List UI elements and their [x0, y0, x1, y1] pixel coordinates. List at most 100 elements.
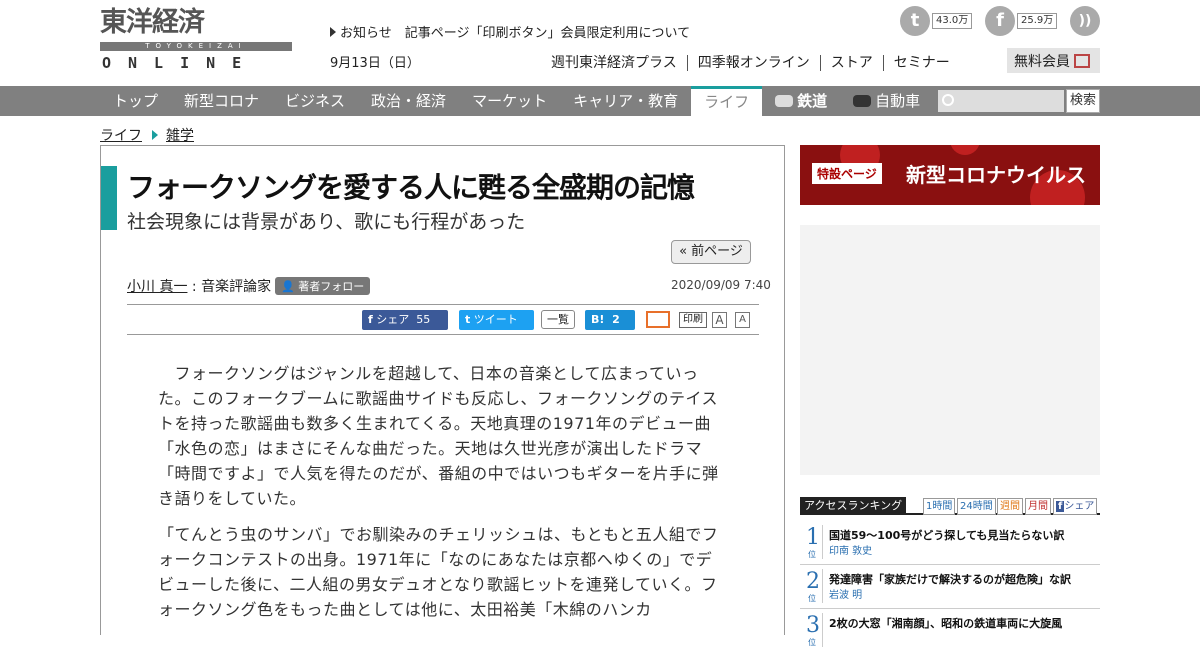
tweet-button[interactable]: t ツイート	[459, 310, 534, 330]
nav-railway-label: 鉄道	[797, 92, 828, 110]
hatena-label: B!	[591, 313, 605, 326]
special-page-tag: 特設ページ	[812, 163, 882, 184]
article-container: フォークソングを愛する人に甦る全盛期の記憶 社会現象には背景があり、歌にも行程が…	[100, 145, 785, 635]
divider	[822, 525, 823, 559]
nav-item-corona[interactable]: 新型コロナ	[171, 86, 272, 116]
facebook-share-label: シェア	[376, 313, 410, 326]
ad-slot	[800, 225, 1100, 475]
author-role: 音楽評論家	[201, 279, 272, 295]
logo-sub-text: ONLINE	[102, 54, 259, 72]
title-accent-bar	[101, 166, 117, 230]
subnav-item-shikiho[interactable]: 四季報オンライン	[686, 55, 820, 71]
tweet-label: ツイート	[473, 313, 518, 326]
ranking-title: 2枚の大窓「湘南顔」、昭和の鉄道車両に大旋風	[829, 617, 1063, 630]
corona-banner-text: 新型コロナウイルス	[906, 163, 1086, 187]
member-label: 無料会員	[1014, 54, 1070, 70]
article-paragraph: 「てんとう虫のサンバ」でお馴染みのチェリッシュは、もともと五人組でフォークコンテ…	[158, 525, 719, 619]
subnav-item-weekly[interactable]: 週刊東洋経済プラス	[551, 55, 687, 71]
car-icon	[853, 95, 872, 107]
breadcrumb-trivia[interactable]: 雑学	[166, 128, 194, 144]
rank-value: 3	[806, 613, 820, 638]
nav-item-politics[interactable]: 政治・経済	[358, 86, 459, 116]
nav-item-railway[interactable]: 鉄道	[762, 86, 840, 116]
notice-link[interactable]: お知らせ 記事ページ「印刷ボタン」会員限定利用について	[330, 22, 690, 41]
virus-decoration	[950, 145, 980, 155]
ranking-tab-1h[interactable]: 1時間	[923, 498, 956, 515]
facebook-icon[interactable]: f	[985, 6, 1015, 36]
facebook-count: 25.9万	[1017, 13, 1058, 29]
ranking-title: アクセスランキング	[800, 497, 907, 515]
free-member-button[interactable]: 無料会員	[1007, 48, 1100, 73]
nav-item-life[interactable]: ライフ	[691, 86, 763, 116]
corona-special-banner[interactable]: 特設ページ 新型コロナウイルス	[800, 145, 1100, 205]
site-header: 東洋経済 TOYOKEIZAI ONLINE お知らせ 記事ページ「印刷ボタン」…	[0, 0, 1200, 86]
divider	[127, 304, 759, 305]
logo-band: TOYOKEIZAI	[100, 42, 292, 51]
author-follow-button[interactable]: 👤 著者フォロー	[275, 277, 371, 295]
rank-value: 2	[806, 569, 820, 594]
rank-number: 3位	[806, 613, 820, 647]
rank-number: 1位	[806, 525, 820, 559]
rank-suffix: 位	[808, 638, 816, 647]
search-input[interactable]	[938, 90, 1064, 112]
divider	[822, 613, 823, 647]
ranking-title: 国道59～100号がどう探しても見当たらない訳	[829, 529, 1065, 542]
breadcrumb: ライフ 雑学	[100, 125, 194, 145]
ranking-tab-share[interactable]: f シェア	[1053, 498, 1098, 515]
current-date: 9月13日（日）	[330, 56, 420, 71]
ranking-tab-weekly[interactable]: 週間	[997, 498, 1023, 515]
article-paragraph: フォークソングはジャンルを超越して、日本の音楽として広まっていった。このフォーク…	[158, 364, 719, 508]
arrow-right-icon	[330, 27, 336, 37]
prev-page-button[interactable]: « 前ページ	[671, 240, 751, 264]
author-name[interactable]: 小川 真一	[127, 279, 187, 295]
ranking-header: アクセスランキング 1時間 24時間 週間 月間 f シェア	[800, 497, 1100, 515]
ranking-tab-share-label: シェア	[1064, 501, 1095, 512]
search-icon	[942, 94, 954, 106]
ranking-item[interactable]: 3位 2枚の大窓「湘南顔」、昭和の鉄道車両に大旋風	[800, 609, 1100, 653]
rss-icon[interactable]: ))	[1070, 6, 1100, 36]
hatena-count: 2	[612, 313, 620, 326]
hatena-bookmark-button[interactable]: B! 2	[585, 310, 635, 330]
ranking-tab-24h[interactable]: 24時間	[957, 498, 996, 515]
rank-number: 2位	[806, 569, 820, 603]
nav-item-car[interactable]: 自動車	[840, 86, 933, 116]
rank-suffix: 位	[808, 594, 816, 603]
ranking-author: 印南 敦史	[829, 546, 873, 557]
twitter-icon[interactable]: t	[900, 6, 930, 36]
facebook-share-count: 55	[416, 313, 431, 326]
nav-item-top[interactable]: トップ	[100, 86, 171, 116]
nav-item-business[interactable]: ビジネス	[272, 86, 358, 116]
search-button[interactable]: 検索	[1066, 89, 1100, 113]
subnav-item-store[interactable]: ストア	[819, 55, 883, 71]
divider	[822, 569, 823, 603]
author-line: 小川 真一 : 音楽評論家 👤 著者フォロー	[127, 276, 371, 296]
social-links: t 43.0万 f 25.9万 ))	[898, 6, 1108, 38]
ranking-item[interactable]: 2位 発達障害「家族だけで解決するのが超危険」な訳 岩波 明	[800, 565, 1100, 609]
gift-icon	[1074, 54, 1090, 68]
ranking-tab-monthly[interactable]: 月間	[1025, 498, 1051, 515]
ranking-item[interactable]: 1位 国道59～100号がどう探しても見当たらない訳 印南 敦史	[800, 521, 1100, 565]
breadcrumb-arrow-icon	[152, 130, 158, 140]
article-title: フォークソングを愛する人に甦る全盛期の記憶	[127, 171, 695, 204]
print-button[interactable]: 印刷	[679, 312, 707, 328]
divider	[127, 334, 759, 335]
ranking-author: 岩波 明	[829, 590, 863, 601]
notice-text: お知らせ 記事ページ「印刷ボタン」会員限定利用について	[340, 26, 691, 41]
breadcrumb-life[interactable]: ライフ	[100, 128, 142, 144]
nav-item-career[interactable]: キャリア・教育	[560, 86, 691, 116]
share-list-link[interactable]: 一覧	[541, 310, 575, 329]
nav-item-market[interactable]: マーケット	[459, 86, 560, 116]
site-logo[interactable]: 東洋経済 TOYOKEIZAI ONLINE	[100, 8, 292, 72]
nav-car-label: 自動車	[875, 92, 921, 110]
twitter-count: 43.0万	[932, 13, 973, 29]
font-size-small-button[interactable]: A	[735, 312, 750, 328]
rank-value: 1	[806, 525, 820, 550]
publish-date: 2020/09/09 7:40	[671, 278, 771, 292]
rank-suffix: 位	[808, 550, 816, 559]
font-size-large-button[interactable]: A	[712, 312, 727, 328]
follow-label: 著者フォロー	[298, 280, 365, 293]
facebook-share-button[interactable]: f シェア 55	[362, 310, 448, 330]
mail-icon[interactable]	[646, 311, 670, 328]
ranking-title: 発達障害「家族だけで解決するのが超危険」な訳	[829, 573, 1071, 586]
subnav-item-seminar[interactable]: セミナー	[882, 55, 960, 71]
